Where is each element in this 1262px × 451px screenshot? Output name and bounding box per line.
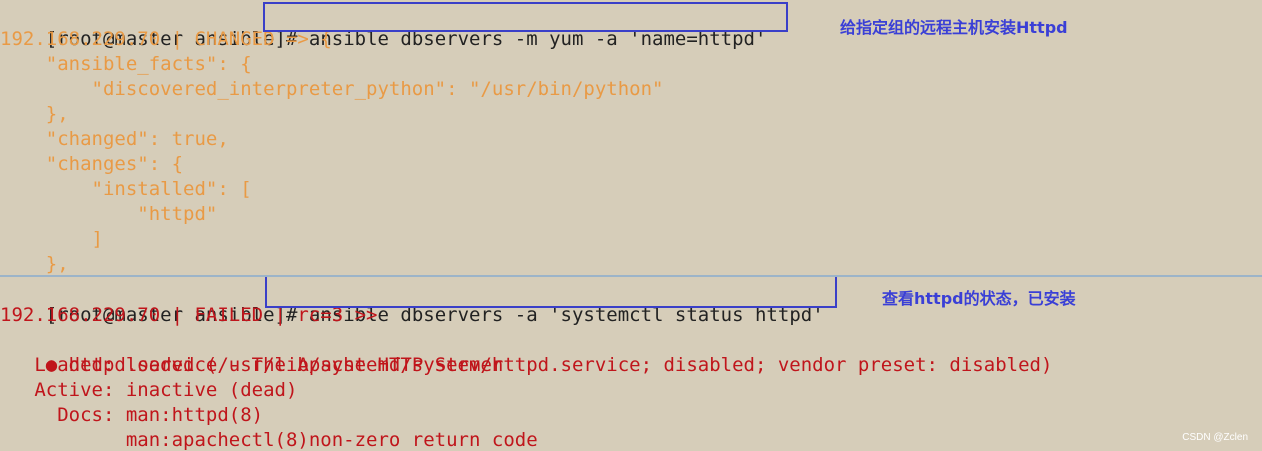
command-highlight-box — [263, 2, 788, 32]
output-line: "changes": { — [0, 153, 184, 175]
terminal-pane-top: [root@master ansible]# ansible dbservers… — [0, 0, 1262, 276]
annotation-status: 查看httpd的状态，已安装 — [882, 289, 1076, 308]
output-line: }, — [0, 253, 69, 275]
watermark: CSDN @Zclen — [1182, 432, 1248, 443]
output-line: ● httpd.service - The Apache HTTP Server — [0, 328, 504, 376]
output-line: }, — [0, 103, 69, 125]
output-line: "changed": true, — [0, 128, 229, 150]
output-line: "discovered_interpreter_python": "/usr/b… — [0, 78, 664, 100]
annotation-install: 给指定组的远程主机安装Httpd — [840, 18, 1068, 37]
output-line: Active: inactive (dead) — [0, 379, 298, 401]
output-line: ] — [0, 228, 103, 250]
output-line: "ansible_facts": { — [0, 53, 252, 75]
output-line: man:apachectl(8)non-zero return code — [0, 429, 538, 451]
command-highlight-box — [265, 277, 837, 308]
output-line: "installed": [ — [0, 178, 252, 200]
terminal-pane-bottom: [root@master ansible]# ansible dbservers… — [0, 277, 1262, 451]
output-line: "httpd" — [0, 203, 218, 225]
output-line: Loaded: loaded (/usr/lib/systemd/system/… — [0, 354, 1053, 376]
output-line: Docs: man:httpd(8) — [0, 404, 264, 426]
